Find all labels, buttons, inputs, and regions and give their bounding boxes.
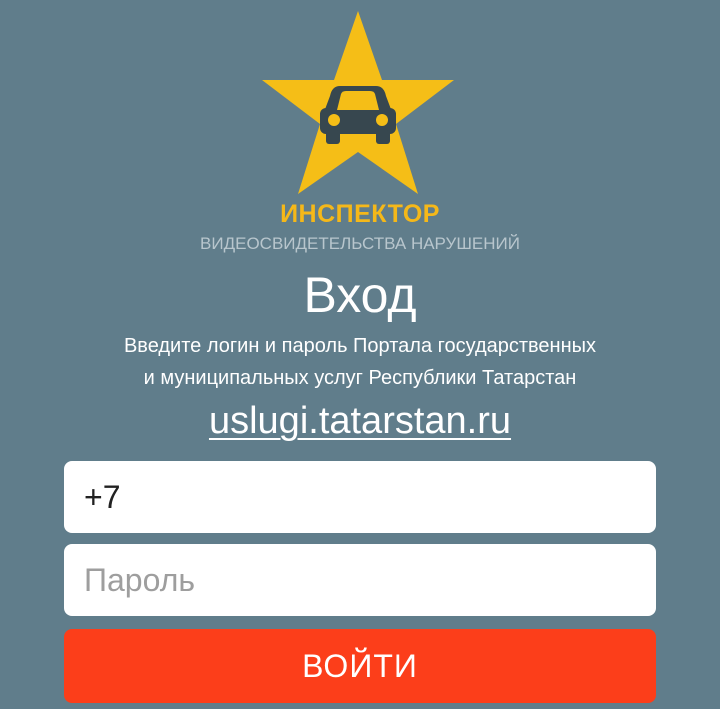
password-input[interactable] [64,544,656,616]
portal-link[interactable]: uslugi.tatarstan.ru [0,400,720,443]
login-description-line1: Введите логин и пароль Портала государст… [123,335,597,357]
login-submit-button[interactable]: ВОЙТИ [64,629,656,703]
phone-login-input[interactable] [64,461,656,533]
app-title: ИНСПЕКТОР [280,200,440,228]
login-heading: Вход [303,267,417,323]
star-car-logo-icon [258,8,458,198]
app-subtitle: ВИДЕОСВИДЕТЕЛЬСТВА НАРУШЕНИЙ [200,234,520,253]
login-description-line2: и муниципальных услуг Республики Татарст… [143,367,577,389]
